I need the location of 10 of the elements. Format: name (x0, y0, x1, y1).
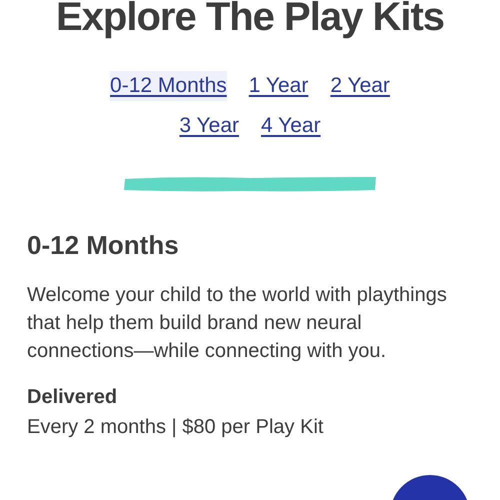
delivery-label: Delivered (27, 385, 118, 410)
age-tab[interactable]: 0-12 Months (110, 71, 227, 101)
age-tab[interactable]: 3 Year (179, 111, 239, 141)
delivery-detail: Every 2 months | $80 per Play Kit (27, 415, 324, 440)
page-title: Explore The Play Kits (54, 0, 446, 41)
age-tab[interactable]: 2 Year (330, 71, 390, 101)
age-tab[interactable]: 1 Year (248, 71, 308, 101)
section-heading: 0-12 Months (27, 229, 180, 261)
age-tab[interactable]: 4 Year (261, 111, 321, 141)
section-description: Welcome your child to the world with playthings that help them build brand new neural connections—while connecting with you. (27, 283, 448, 364)
